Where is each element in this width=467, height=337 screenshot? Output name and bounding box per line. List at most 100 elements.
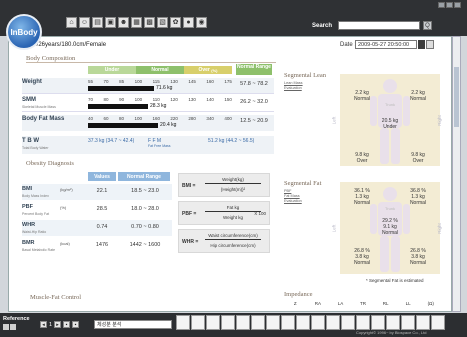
under-column-header: Under (88, 66, 136, 74)
page-navigator: ◂ 1 ▸ ▪ ▪ (40, 321, 80, 328)
segmental-lean-panel: Segmental Lean Lean Mass Evaluation Left… (282, 70, 442, 174)
thumbnail-15[interactable] (386, 315, 400, 330)
scrollbar-thumb[interactable] (454, 67, 459, 127)
search-input[interactable] (338, 21, 420, 30)
body-composition-title: Body Composition (26, 55, 276, 63)
bmr-range: 1442 ~ 1600 (129, 242, 161, 248)
smm-ticks: 70 80 90 100 110 120 130 140 150 (88, 97, 232, 102)
tbw-row: T B W Total Body Water 37.3 kg (34.7 ~ 4… (22, 136, 274, 154)
thumbnail-9[interactable] (296, 315, 310, 330)
thumbnail-1[interactable] (176, 315, 190, 330)
date-dropdown-button[interactable] (418, 40, 425, 49)
home-icon[interactable]: ⌂ (66, 17, 77, 28)
thumbnail-18[interactable] (431, 315, 445, 330)
maximize-button[interactable] (446, 2, 453, 8)
thumbnail-14[interactable] (371, 315, 385, 330)
next-page-button[interactable]: ▸ (54, 321, 62, 328)
thumbnail-4[interactable] (221, 315, 235, 330)
cube-icon[interactable]: ▩ (144, 17, 155, 28)
bmr-value: 1476 (95, 242, 109, 248)
fat-trunk-value: 29.2 % 9.1 kg Normal (381, 218, 399, 236)
bmi-value: 22.1 (96, 188, 108, 194)
body-fat-mass-row: Body Fat Mass 40 60 80 100 160 220 280 340 400 2… (22, 115, 274, 131)
lean-left-side-label: Left (331, 116, 337, 125)
date-label: Date : (340, 42, 357, 48)
lean-ll-value: 9.8 kg Over (411, 152, 425, 164)
thumbnail-13[interactable] (356, 315, 370, 330)
tbw-value: 37.3 kg (34.7 ~ 42.4) (88, 138, 135, 144)
lean-ra-value: 2.2 kg Normal (353, 90, 371, 102)
inbody-logo[interactable]: InBody (6, 14, 42, 50)
search-button[interactable]: Q (423, 21, 432, 30)
page-number: 1 (49, 321, 53, 328)
copyright-text: Copyright© 1996~ by Biospace Co., Ltd (356, 330, 427, 335)
body-fat-mass-range: 12.5 ~ 20.9 (240, 118, 268, 124)
segmental-lean-title: Segmental Lean (284, 72, 327, 79)
lean-rl-value: 9.8 kg Over (355, 152, 369, 164)
fat-left-side-label: Left (331, 224, 337, 233)
weight-label: Weight (22, 79, 42, 85)
pbf-value: 28.5 (96, 206, 108, 212)
ffm-value: 51.2 kg (44.2 ~ 56.5) (208, 138, 255, 144)
settings-icon[interactable]: ✿ (170, 17, 181, 28)
thumbnail-2[interactable] (191, 315, 205, 330)
first-page-button[interactable]: ▪ (63, 321, 71, 328)
lean-trunk-label: Trunk (384, 102, 396, 107)
segmental-fat-subtitle: PBF Fat Mass Evaluation (284, 189, 302, 203)
weight-bar (88, 86, 154, 91)
bmr-sublabel: Basal Metabolic Rate (22, 248, 56, 252)
report-type-select[interactable]: 체성분 분석 (94, 320, 172, 329)
tbw-sublabel: Total Body Water (22, 146, 49, 150)
reference-label: Reference (3, 316, 30, 322)
smm-row: SMM Skeletal Muscle Mass 70 80 90 100 110 120… (22, 96, 274, 112)
normal-range-header: Normal Range (236, 64, 272, 75)
thumbnail-8[interactable] (281, 315, 295, 330)
smm-range: 26.2 ~ 32.0 (240, 99, 268, 105)
thumbnail-3[interactable] (206, 315, 220, 330)
bmr-label: BMR (22, 240, 35, 246)
person-icon[interactable]: ☺ (79, 17, 90, 28)
info-icon[interactable]: ◉ (196, 17, 207, 28)
thumbnail-7[interactable] (266, 315, 280, 330)
pbf-sublabel: Percent Body Fat (22, 212, 50, 216)
chart-icon[interactable]: ▤ (92, 17, 103, 28)
date-print-button[interactable] (426, 40, 434, 49)
impedance-columns: Z RA LA TR RL LL (Ω) (293, 301, 434, 306)
group-icon[interactable]: ☻ (118, 17, 129, 28)
last-page-button[interactable]: ▪ (72, 321, 80, 328)
weight-row: Weight 55 70 85 100 115 130 145 160 175 71.6 kg … (22, 78, 274, 94)
app-window: InBody ⌂ ☺ ▤ ▣ ☻ ▦ ▩ ▧ ✿ ● ◉ Search Q 37… (0, 0, 467, 337)
fat-trunk-label: Trunk (384, 206, 396, 211)
pbf-label: PBF (22, 204, 33, 210)
vertical-scrollbar[interactable] (452, 36, 461, 312)
bmi-label: BMI (22, 186, 33, 192)
body-fat-mass-value: 20.4 kg (160, 122, 177, 128)
close-button[interactable] (454, 2, 461, 8)
body-fat-mass-label: Body Fat Mass (22, 116, 65, 122)
smm-sublabel: Skeletal Muscle Mass (22, 105, 56, 109)
thumbnail-16[interactable] (401, 315, 415, 330)
smm-label: SMM (22, 97, 36, 103)
document-icon[interactable]: ▧ (157, 17, 168, 28)
whr-range: 0.70 ~ 0.80 (131, 224, 159, 230)
book-icon[interactable]: ▣ (105, 17, 116, 28)
prev-page-button[interactable]: ◂ (40, 321, 47, 328)
date-select[interactable]: 2009-05-27 20:50:00 (355, 40, 417, 49)
reference-list-icon[interactable] (3, 324, 9, 330)
whr-sublabel: Waist-Hip Ratio (22, 230, 47, 234)
thumbnail-17[interactable] (416, 315, 430, 330)
bmi-unit: (kg/m²) (60, 187, 73, 192)
segmental-fat-title: Segmental Fat (284, 180, 322, 187)
thumbnail-12[interactable] (341, 315, 355, 330)
lean-la-value: 2.2 kg Normal (409, 90, 427, 102)
thumbnail-6[interactable] (251, 315, 265, 330)
grid-icon[interactable]: ▦ (131, 17, 142, 28)
thumbnail-5[interactable] (236, 315, 250, 330)
reference-grid-icon[interactable] (10, 324, 16, 330)
thumbnail-11[interactable] (326, 315, 340, 330)
fat-ll-value: 26.8 % 3.8 kg Normal (409, 248, 427, 266)
body-fat-mass-scale: 40 60 80 100 160 220 280 340 400 20.4 kg (88, 116, 232, 130)
help-icon[interactable]: ● (183, 17, 194, 28)
thumbnail-10[interactable] (311, 315, 325, 330)
minimize-button[interactable] (438, 2, 445, 8)
